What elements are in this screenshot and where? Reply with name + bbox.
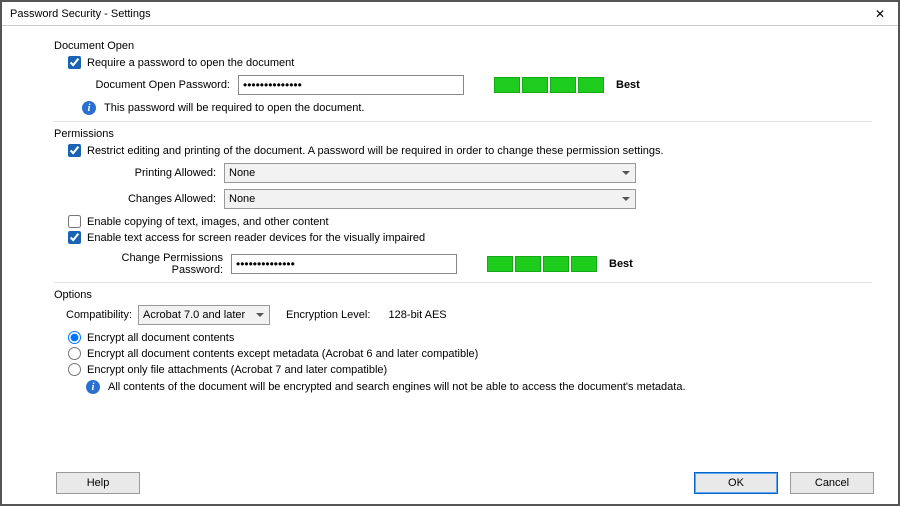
encrypt-attachments-label: Encrypt only file attachments (Acrobat 7… [87,364,387,376]
group-permissions: Permissions [54,128,872,140]
printing-allowed-select[interactable]: None [224,163,636,183]
screen-reader-checkbox[interactable] [68,231,81,244]
info-icon: i [86,380,100,394]
window-title: Password Security - Settings [10,8,151,20]
printing-allowed-label: Printing Allowed: [124,167,224,179]
open-password-label: Document Open Password: [86,79,238,91]
restrict-editing-checkbox[interactable] [68,144,81,157]
encryption-level-label: Encryption Level: [286,309,370,321]
ok-button[interactable]: OK [694,472,778,494]
screen-reader-label: Enable text access for screen reader dev… [87,232,425,244]
require-password-label: Require a password to open the document [87,57,294,69]
change-password-strength-label: Best [609,258,633,270]
dialog-footer: Help OK Cancel [2,464,898,504]
open-password-input[interactable] [238,75,464,95]
encrypt-attachments-radio[interactable] [68,363,81,376]
dialog-content: Document Open Require a password to open… [2,26,898,464]
compatibility-select[interactable]: Acrobat 7.0 and later [138,305,270,325]
compatibility-label: Compatibility: [66,309,132,321]
open-password-strength [494,77,604,93]
group-options: Options [54,289,872,301]
titlebar: Password Security - Settings ✕ [2,2,898,26]
encrypt-all-label: Encrypt all document contents [87,332,234,344]
divider [54,282,872,283]
encrypt-except-metadata-radio[interactable] [68,347,81,360]
encrypt-except-metadata-label: Encrypt all document contents except met… [87,348,478,360]
divider [54,121,872,122]
encrypt-all-radio[interactable] [68,331,81,344]
changes-allowed-select[interactable]: None [224,189,636,209]
change-permissions-label: Change Permissions Password: [76,252,231,276]
dialog-window: Password Security - Settings ✕ Document … [0,0,900,506]
change-password-strength [487,256,597,272]
open-password-info: This password will be required to open t… [104,102,364,114]
require-password-checkbox[interactable] [68,56,81,69]
restrict-editing-label: Restrict editing and printing of the doc… [87,145,664,157]
open-password-strength-label: Best [616,79,640,91]
encryption-level-value: 128-bit AES [389,309,447,321]
group-document-open: Document Open [54,40,872,52]
change-permissions-input[interactable] [231,254,457,274]
cancel-button[interactable]: Cancel [790,472,874,494]
help-button[interactable]: Help [56,472,140,494]
info-icon: i [82,101,96,115]
enable-copying-label: Enable copying of text, images, and othe… [87,216,329,228]
options-info: All contents of the document will be enc… [108,381,686,393]
enable-copying-checkbox[interactable] [68,215,81,228]
changes-allowed-label: Changes Allowed: [124,193,224,205]
close-icon[interactable]: ✕ [868,5,892,23]
